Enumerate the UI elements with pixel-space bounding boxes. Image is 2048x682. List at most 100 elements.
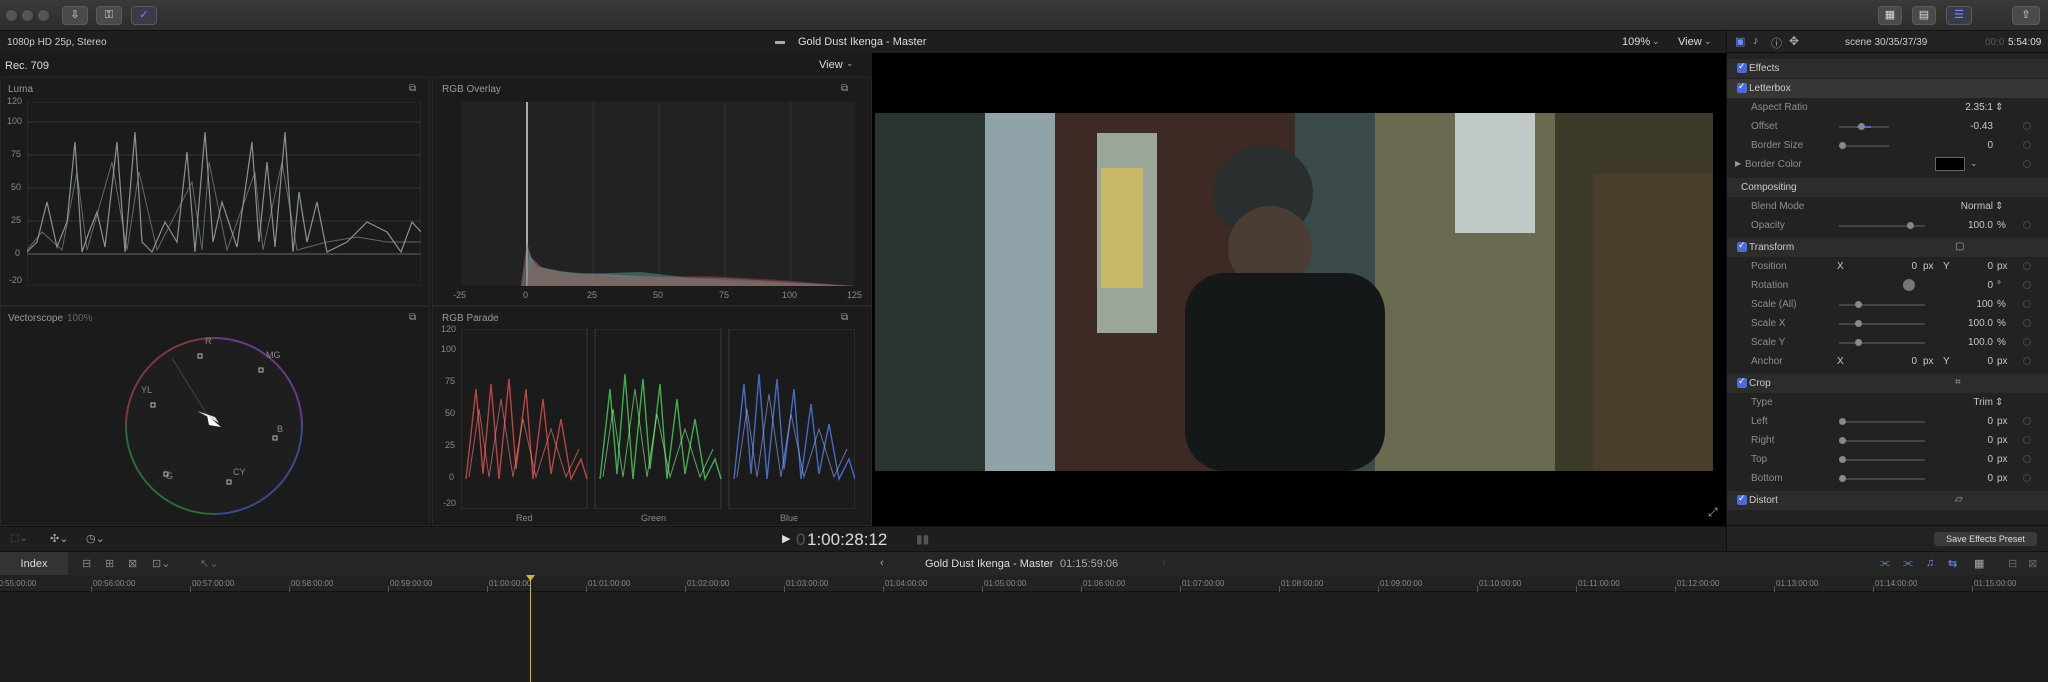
letterbox-header[interactable]: Letterbox <box>1727 79 2048 98</box>
border-color-swatch[interactable] <box>1935 157 1965 171</box>
scale-y-slider-knob[interactable] <box>1855 339 1862 346</box>
crop-bottom-slider-knob[interactable] <box>1839 475 1846 482</box>
zoom-window-button[interactable] <box>38 10 49 21</box>
keyframe-icon[interactable] <box>2023 474 2031 482</box>
crop-bottom-value[interactable]: 0 <box>1937 473 1993 484</box>
crop-top-slider-track[interactable] <box>1839 459 1925 461</box>
info-inspector-icon[interactable]: ⓘ <box>1771 35 1782 51</box>
connect-clip-icon[interactable]: ⊟ <box>82 557 91 570</box>
keyframe-icon[interactable] <box>2023 141 2031 149</box>
speed-icon[interactable]: ◷⌄ <box>86 532 105 545</box>
crop-onscreen-icon[interactable]: ⌗ <box>1955 377 1961 388</box>
play-icon[interactable]: ▶ <box>782 532 790 545</box>
scope-settings-icon[interactable]: ⧉ <box>409 83 416 94</box>
disclosure-triangle-icon[interactable]: ▶ <box>1735 159 1741 168</box>
transform-onscreen-icon[interactable]: ▢ <box>1955 241 1964 252</box>
border-size-slider-knob[interactable] <box>1839 142 1846 149</box>
scale-all-slider-track[interactable] <box>1839 304 1925 306</box>
zoom-level-menu[interactable]: 109% <box>1622 36 1650 48</box>
opacity-slider-knob[interactable] <box>1907 222 1914 229</box>
background-tasks-button[interactable]: ✓ <box>131 6 157 25</box>
snapping-icon[interactable]: ⇆ <box>1948 557 1957 570</box>
overwrite-clip-icon[interactable]: ⊡⌄ <box>152 557 170 570</box>
video-inspector-icon[interactable]: ▣ <box>1735 35 1745 48</box>
scale-all-value[interactable]: 100 <box>1937 299 1993 310</box>
viewer-view-menu[interactable]: View <box>1678 36 1702 48</box>
border-size-value[interactable]: 0 <box>1937 140 1993 151</box>
rotation-dial[interactable] <box>1903 279 1915 291</box>
compositing-header[interactable]: Compositing <box>1727 178 2048 197</box>
keyframe-icon[interactable] <box>2023 221 2031 229</box>
scope-settings-icon[interactable]: ⧉ <box>841 312 848 323</box>
rotation-value[interactable]: 0 <box>1937 280 1993 291</box>
crop-checkbox[interactable] <box>1737 376 1747 388</box>
crop-right-value[interactable]: 0 <box>1937 435 1993 446</box>
share-button[interactable]: ⇧ <box>2012 6 2040 25</box>
back-arrow-icon[interactable]: ‹ <box>880 557 884 569</box>
scopes-view-menu[interactable]: View <box>819 59 843 71</box>
select-tool-icon[interactable]: ↖⌄ <box>200 557 218 570</box>
close-window-button[interactable] <box>6 10 17 21</box>
scale-y-value[interactable]: 100.0 <box>1937 337 1993 348</box>
transitions-browser-icon[interactable]: ⊠ <box>2028 557 2037 570</box>
crop-left-value[interactable]: 0 <box>1937 416 1993 427</box>
timeline-index-button[interactable]: Index <box>0 552 68 576</box>
crop-left-slider-knob[interactable] <box>1839 418 1846 425</box>
keyframe-icon[interactable] <box>2023 160 2031 168</box>
anchor-y-value[interactable]: 0 <box>1957 356 1993 367</box>
crop-left-slider-track[interactable] <box>1839 421 1925 423</box>
audio-only-icon[interactable]: ⫘ <box>1903 557 1913 570</box>
effects-checkbox[interactable] <box>1737 61 1747 73</box>
aspect-ratio-popup[interactable]: 2.35:1 <box>1937 102 1993 113</box>
forward-arrow-icon[interactable]: › <box>1162 557 1166 569</box>
transform-tools-icon[interactable]: ✣⌄ <box>50 532 68 545</box>
blend-mode-popup[interactable]: Normal <box>1937 201 1993 212</box>
keyframe-icon[interactable] <box>2023 455 2031 463</box>
video-viewer[interactable]: ⤢ <box>872 53 1726 526</box>
audio-inspector-icon[interactable]: ♪ <box>1753 35 1759 47</box>
effects-section-header[interactable]: Effects <box>1727 59 2048 78</box>
crop-right-slider-knob[interactable] <box>1839 437 1846 444</box>
offset-slider-knob[interactable] <box>1858 123 1865 130</box>
scope-settings-icon[interactable]: ⧉ <box>409 312 416 323</box>
scale-x-slider-track[interactable] <box>1839 323 1925 325</box>
offset-value[interactable]: -0.43 <box>1937 121 1993 132</box>
keyframe-icon[interactable] <box>2023 436 2031 444</box>
distort-checkbox[interactable] <box>1737 493 1747 505</box>
effects-browser-icon[interactable]: ⊟ <box>2008 557 2017 570</box>
keyframe-icon[interactable] <box>2023 319 2031 327</box>
keyframe-icon[interactable] <box>2023 338 2031 346</box>
timeline-area[interactable] <box>0 592 2048 682</box>
scale-y-slider-track[interactable] <box>1839 342 1925 344</box>
opacity-value[interactable]: 100.0 <box>1937 220 1993 231</box>
playhead[interactable] <box>530 575 531 682</box>
crop-type-popup[interactable]: Trim <box>1937 397 1993 408</box>
playhead-timecode[interactable]: 1:00:28:12 <box>807 530 887 550</box>
import-media-button[interactable]: ⇩ <box>62 6 88 25</box>
transform-checkbox[interactable] <box>1737 240 1747 252</box>
distort-onscreen-icon[interactable]: ▱ <box>1955 494 1963 505</box>
letterbox-checkbox[interactable] <box>1737 81 1747 93</box>
chevron-down-icon[interactable]: ⌄ <box>1970 158 1978 169</box>
transform-header[interactable]: Transform ▢ <box>1727 238 2048 257</box>
transform-inspector-icon[interactable]: ✥ <box>1789 34 1799 48</box>
keyframe-icon[interactable] <box>2023 417 2031 425</box>
show-timeline-button[interactable]: ▤ <box>1912 6 1936 25</box>
show-inspector-button[interactable]: ☰ <box>1946 6 1972 25</box>
headphones-icon[interactable]: ♫ <box>1926 557 1934 569</box>
keyframe-icon[interactable] <box>2023 281 2031 289</box>
fullscreen-icon[interactable]: ⤢ <box>1708 505 1718 520</box>
insert-clip-icon[interactable]: ⊞ <box>105 557 114 570</box>
keywords-button[interactable]: ⚿ <box>96 6 122 25</box>
show-browser-button[interactable]: ▦ <box>1878 6 1902 25</box>
scope-settings-icon[interactable]: ⧉ <box>841 83 848 94</box>
keyframe-icon[interactable] <box>2023 122 2031 130</box>
crop-header[interactable]: Crop ⌗ <box>1727 374 2048 393</box>
clip-appearance-icon[interactable]: ▦ <box>1974 557 1984 570</box>
distort-header[interactable]: Distort ▱ <box>1727 491 2048 510</box>
scale-x-slider-knob[interactable] <box>1855 320 1862 327</box>
border-size-slider-track[interactable] <box>1839 145 1889 147</box>
save-effects-preset-button[interactable]: Save Effects Preset <box>1934 532 2037 546</box>
scale-x-value[interactable]: 100.0 <box>1937 318 1993 329</box>
append-clip-icon[interactable]: ⊠ <box>128 557 137 570</box>
